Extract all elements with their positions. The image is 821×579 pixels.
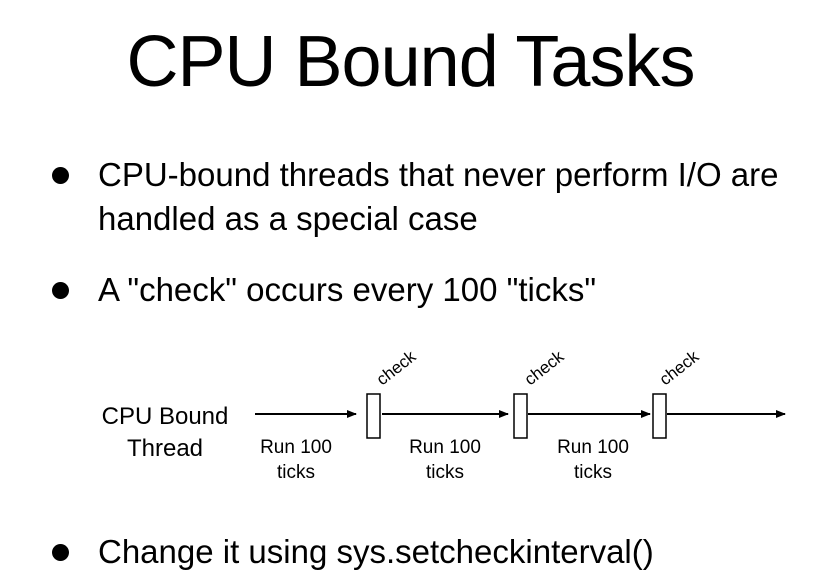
check-box-2 (513, 393, 528, 439)
check-label-1: check (373, 347, 420, 390)
bullet-dot-icon (52, 544, 69, 561)
check-box-3 (652, 393, 667, 439)
slide-title: CPU Bound Tasks (126, 22, 696, 102)
check-box-1 (366, 393, 381, 439)
segment-label-1-line2: ticks (277, 462, 315, 483)
segment-label-3-line2: ticks (574, 462, 612, 483)
bullet-text: CPU-bound threads that never perform I/O… (98, 156, 779, 237)
bullet-dot-icon (52, 167, 69, 184)
segment-label-2-line1: Run 100 (409, 437, 481, 458)
bullet-dot-icon (52, 282, 69, 299)
thread-label-line1: CPU Bound (102, 403, 229, 430)
bullet-text: Change it using sys.setcheckinterval() (98, 533, 654, 570)
segment-label-2-line2: ticks (426, 462, 464, 483)
segment-label-1-line1: Run 100 (260, 437, 332, 458)
check-interval-diagram: CPU Bound Thread check check check Run 1… (102, 347, 786, 483)
check-label-3: check (656, 347, 703, 390)
bullet-item-3: Change it using sys.setcheckinterval() (52, 530, 812, 574)
bullet-text: A "check" occurs every 100 "ticks" (98, 271, 597, 308)
bullet-item-2: A "check" occurs every 100 "ticks" (52, 268, 812, 312)
check-label-2: check (521, 347, 568, 390)
bullet-item-1: CPU-bound threads that never perform I/O… (52, 153, 812, 241)
thread-label-line2: Thread (127, 435, 203, 462)
segment-label-3-line1: Run 100 (557, 437, 629, 458)
